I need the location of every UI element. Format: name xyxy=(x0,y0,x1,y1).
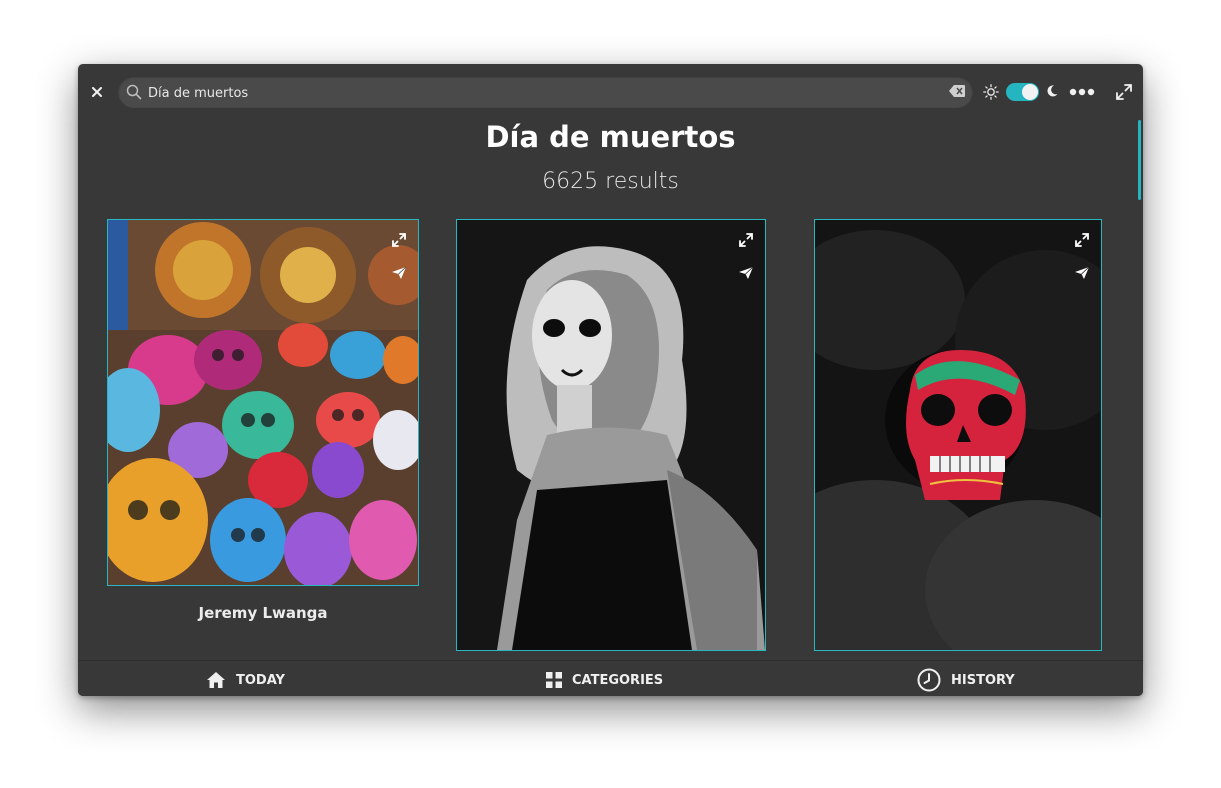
nav-categories-label: CATEGORIES xyxy=(572,672,664,688)
search-input[interactable] xyxy=(146,82,940,104)
close-button[interactable] xyxy=(88,83,106,101)
dark-mode-toggle[interactable] xyxy=(1006,83,1039,101)
fullscreen-icon[interactable] xyxy=(1116,84,1132,100)
sun-icon xyxy=(983,84,999,100)
moon-icon xyxy=(1047,85,1058,97)
send-icon[interactable] xyxy=(738,266,754,280)
nav-history-label: HISTORY xyxy=(951,672,1015,688)
send-icon[interactable] xyxy=(1074,266,1090,280)
clear-icon[interactable] xyxy=(949,85,965,97)
nav-today-label: TODAY xyxy=(236,672,285,688)
send-icon[interactable] xyxy=(391,266,407,280)
more-icon[interactable] xyxy=(1069,85,1095,99)
nav-today[interactable]: TODAY xyxy=(206,669,285,691)
search-icon xyxy=(126,84,142,100)
search-bar[interactable] xyxy=(118,76,973,108)
red-skull-photo xyxy=(815,220,1101,650)
portrait-photo xyxy=(457,220,765,650)
nav-history[interactable]: HISTORY xyxy=(917,668,1015,692)
sugar-skulls-photo xyxy=(108,220,418,585)
close-icon xyxy=(92,87,102,97)
home-icon xyxy=(207,672,225,688)
page-title: Día de muertos xyxy=(485,120,736,154)
grid-icon xyxy=(546,672,562,688)
expand-icon[interactable] xyxy=(392,233,406,247)
results-count: 6625 results xyxy=(542,169,679,194)
nav-categories[interactable]: CATEGORIES xyxy=(546,669,663,691)
clock-icon xyxy=(917,668,941,692)
expand-icon[interactable] xyxy=(1075,233,1089,247)
app-window: Día de muertos 6625 results xyxy=(78,64,1143,696)
scrollbar[interactable] xyxy=(1138,120,1141,200)
photo-author: Jeremy Lwanga xyxy=(198,604,328,622)
bottom-nav: TODAY CATEGORIES HISTORY xyxy=(78,660,1143,696)
photo-card[interactable] xyxy=(814,219,1102,651)
toggle-knob xyxy=(1022,84,1038,100)
photo-card[interactable] xyxy=(456,219,766,651)
expand-icon[interactable] xyxy=(739,233,753,247)
photo-card[interactable] xyxy=(107,219,419,586)
